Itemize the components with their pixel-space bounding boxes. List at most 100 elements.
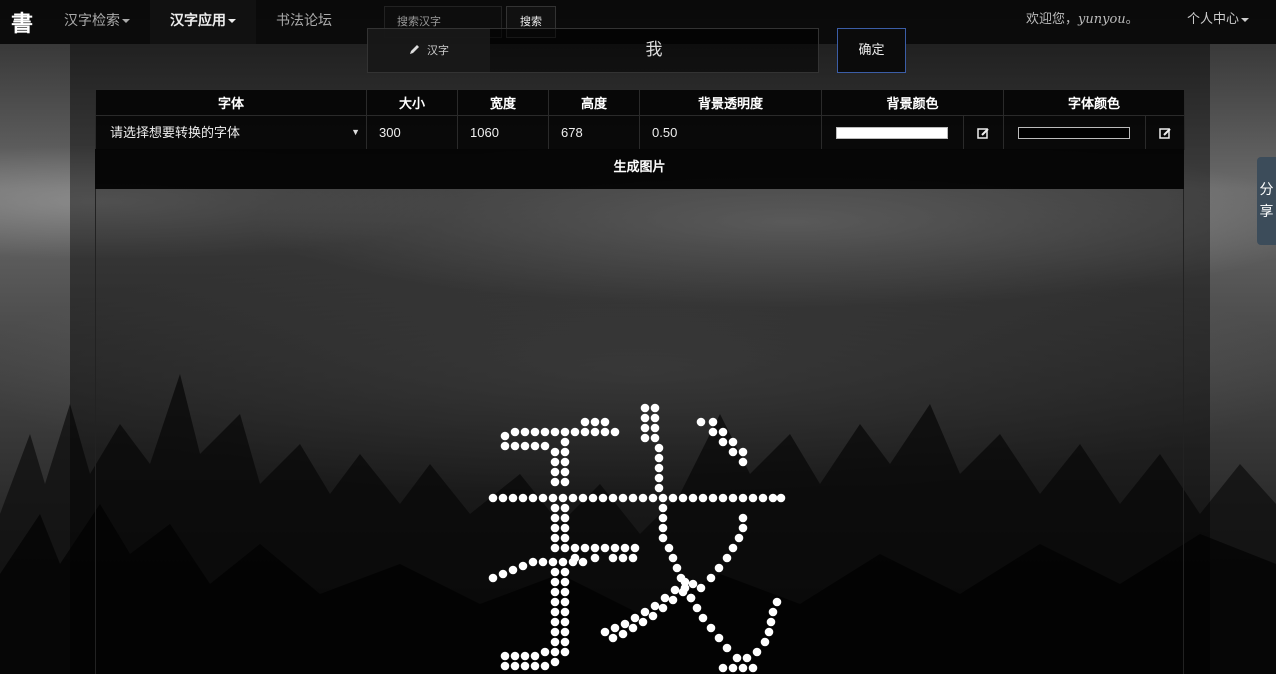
char-dot [550, 427, 560, 437]
char-dot [668, 595, 678, 605]
char-dot [550, 617, 560, 627]
char-dot [722, 643, 732, 653]
char-dot [560, 467, 570, 477]
char-dot [548, 557, 558, 567]
char-dot [600, 427, 610, 437]
char-dot [698, 493, 708, 503]
char-dot [508, 565, 518, 575]
char-dot [718, 493, 728, 503]
font-color-picker-button[interactable] [1145, 115, 1186, 150]
char-dot [638, 493, 648, 503]
char-dot [708, 417, 718, 427]
char-dot [664, 543, 674, 553]
char-dot [610, 427, 620, 437]
char-dot [560, 437, 570, 447]
char-dot [654, 473, 664, 483]
char-dot [530, 661, 540, 671]
char-dot [550, 467, 560, 477]
char-dot [678, 587, 688, 597]
char-dot [752, 647, 762, 657]
char-dot [560, 617, 570, 627]
char-dot [560, 567, 570, 577]
char-dot [610, 623, 620, 633]
preview-area [95, 189, 1184, 674]
char-dot [590, 543, 600, 553]
char-dot [560, 627, 570, 637]
char-dot [640, 413, 650, 423]
char-dot [650, 403, 660, 413]
char-dot [764, 627, 774, 637]
char-dot [598, 493, 608, 503]
char-dot [742, 653, 752, 663]
char-dot [692, 603, 702, 613]
share-tab[interactable]: 分享 [1257, 157, 1276, 245]
char-dot [540, 427, 550, 437]
char-dot [578, 493, 588, 503]
char-dot [706, 573, 716, 583]
char-dot [620, 543, 630, 553]
char-dot [640, 403, 650, 413]
char-dot [630, 613, 640, 623]
char-dot [500, 651, 510, 661]
char-dot [550, 513, 560, 523]
char-dot [628, 493, 638, 503]
char-dot [640, 423, 650, 433]
char-dot [620, 619, 630, 629]
char-dot [618, 493, 628, 503]
char-dot [618, 629, 628, 639]
char-dot [548, 493, 558, 503]
char-dot [650, 423, 660, 433]
char-dot [588, 493, 598, 503]
char-dot [568, 557, 578, 567]
char-dot [706, 623, 716, 633]
char-dot [560, 457, 570, 467]
user-center-menu[interactable]: 个人中心 [1187, 0, 1250, 44]
char-dot [510, 427, 520, 437]
char-dot [608, 493, 618, 503]
char-dot [718, 437, 728, 447]
char-dot [528, 493, 538, 503]
char-dot [568, 493, 578, 503]
char-dot [760, 637, 770, 647]
char-dot [686, 593, 696, 603]
char-dot [738, 447, 748, 457]
char-dot [498, 493, 508, 503]
char-dot [530, 441, 540, 451]
char-dot [658, 523, 668, 533]
char-dot [650, 413, 660, 423]
char-dot [600, 543, 610, 553]
char-dot [558, 557, 568, 567]
char-dot [590, 427, 600, 437]
char-dot [500, 431, 510, 441]
char-dot [560, 447, 570, 457]
char-dot [560, 477, 570, 487]
char-dot [766, 617, 776, 627]
char-dot [550, 523, 560, 533]
char-dot [528, 557, 538, 567]
char-dot [560, 637, 570, 647]
edit-icon [1158, 127, 1172, 140]
char-dot [748, 663, 758, 673]
char-dot [738, 493, 748, 503]
char-dot [654, 443, 664, 453]
char-dot [520, 661, 530, 671]
char-dot [698, 613, 708, 623]
char-dot [658, 603, 668, 613]
char-dot [580, 417, 590, 427]
char-dot [510, 661, 520, 671]
char-dot [600, 417, 610, 427]
char-dot [578, 557, 588, 567]
char-dot [658, 503, 668, 513]
char-dot [550, 577, 560, 587]
char-dot [508, 493, 518, 503]
char-dot [550, 657, 560, 667]
char-dot [550, 597, 560, 607]
char-dot [558, 493, 568, 503]
char-dot [560, 543, 570, 553]
char-dot [560, 533, 570, 543]
char-dot [738, 513, 748, 523]
char-dot [518, 493, 528, 503]
char-dot [680, 577, 690, 587]
char-dot [776, 493, 786, 503]
char-dot [650, 433, 660, 443]
